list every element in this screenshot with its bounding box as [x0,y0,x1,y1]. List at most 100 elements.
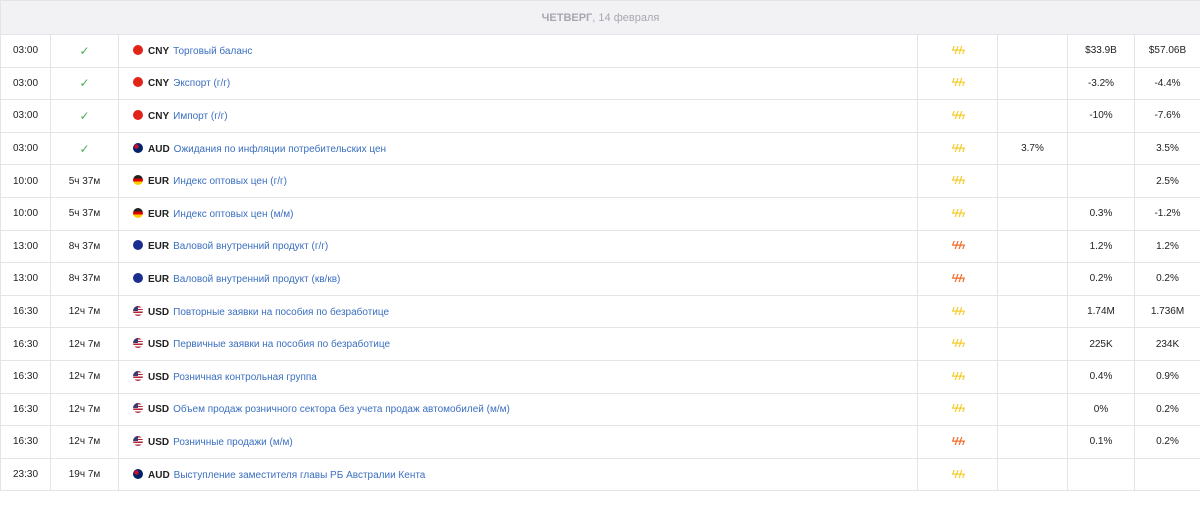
currency-code: EUR [148,176,170,188]
impact-cell: ϟϟϟ [917,34,998,68]
currency-code: CNY [148,45,170,57]
event-name-link[interactable]: Выступление заместителя главы РБ Австрал… [174,470,426,481]
event-status: ✓ [50,34,119,68]
event-time: 03:00 [0,99,51,133]
event-name-link[interactable]: Розничная контрольная группа [173,372,317,383]
event-row[interactable]: 10:00 5ч 37м EUR Индекс оптовых цен (г/г) ϟϟ… [0,164,1200,198]
event-name-link[interactable]: Валовой внутренний продукт (г/г) [173,241,328,252]
previous-value: 1.2% [1134,229,1200,264]
event-cell[interactable]: EUR Валовой внутренний продукт (кв/кв) [118,262,918,296]
event-name-link[interactable]: Торговый баланс [173,46,252,57]
event-cell[interactable]: EUR Индекс оптовых цен (г/г) [118,164,918,198]
currency-code: EUR [148,208,170,220]
actual-value [997,425,1068,459]
time-remaining: 8ч 37м [68,240,101,252]
lightning-medium-icon: ϟϟϟ [951,338,966,351]
event-row[interactable]: 23:30 19ч 7м AUD Выступление заместителя гл… [0,457,1200,492]
event-row[interactable]: 13:00 8ч 37м EUR Валовой внутренний продукт… [0,229,1200,264]
lightning-high-icon: ϟϟϟ [951,435,966,448]
event-row[interactable]: 16:30 12ч 7м USD Объем продаж розничного се… [0,392,1200,427]
event-row[interactable]: 16:30 12ч 7м USD Первичные заявки на пособи… [0,327,1200,361]
forecast-value: 225K [1067,327,1135,361]
actual-value [997,34,1068,68]
previous-value: -4.4% [1134,66,1200,101]
previous-value: 234K [1134,327,1200,361]
event-cell[interactable]: EUR Индекс оптовых цен (м/м) [118,196,918,231]
event-row[interactable]: 03:00 ✓ CNY Импорт (г/г) ϟϟϟ -10% -7.6% [0,99,1200,133]
event-name-link[interactable]: Индекс оптовых цен (г/г) [173,176,287,187]
checkmark-icon: ✓ [79,141,90,156]
event-name-link[interactable]: Индекс оптовых цен (м/м) [173,209,293,220]
event-cell[interactable]: USD Первичные заявки на пособия по безраб… [118,327,918,361]
usd-flag-icon [133,338,143,349]
event-name-link[interactable]: Экспорт (г/г) [173,78,230,89]
event-row[interactable]: 10:00 5ч 37м EUR Индекс оптовых цен (м/м) ϟϟ… [0,196,1200,231]
currency-code: AUD [148,469,170,481]
usd-flag-icon [133,403,143,414]
lightning-medium-icon: ϟϟϟ [951,305,966,318]
lightning-medium-icon: ϟϟϟ [951,403,966,416]
event-row[interactable]: 16:30 12ч 7м USD Повторные заявки на пособи… [0,294,1200,329]
event-time: 13:00 [0,229,51,264]
event-cell[interactable]: EUR Валовой внутренний продукт (г/г) [118,229,918,264]
currency-code: AUD [148,143,170,155]
cny-flag-icon [133,44,143,55]
event-cell[interactable]: CNY Импорт (г/г) [118,99,918,133]
actual-value [997,66,1068,101]
event-name-link[interactable]: Ожидания по инфляции потребительских цен [174,144,386,155]
previous-value: -1.2% [1134,196,1200,231]
event-status: ✓ [50,99,119,133]
previous-value: 0.2% [1134,392,1200,427]
event-cell[interactable]: USD Розничные продажи (м/м) [118,425,918,459]
event-time: 03:00 [0,131,51,166]
day-date: , 14 февраля [592,11,660,24]
event-row[interactable]: 13:00 8ч 37м EUR Валовой внутренний продукт… [0,262,1200,296]
event-name-link[interactable]: Валовой внутренний продукт (кв/кв) [173,274,340,285]
forecast-value: 0.4% [1067,359,1135,394]
time-remaining: 12ч 7м [68,338,101,350]
event-cell[interactable]: CNY Экспорт (г/г) [118,66,918,101]
impact-cell: ϟϟϟ [917,294,998,329]
currency-code: USD [148,371,170,383]
event-cell[interactable]: USD Розничная контрольная группа [118,359,918,394]
event-status: ✓ [50,66,119,101]
event-name-link[interactable]: Первичные заявки на пособия по безработи… [173,339,390,350]
event-status: 12ч 7м [50,392,119,427]
event-row[interactable]: 03:00 ✓ AUD Ожидания по инфляции потребител… [0,131,1200,166]
actual-value [997,392,1068,427]
currency-code: CNY [148,110,170,122]
event-name-link[interactable]: Импорт (г/г) [173,111,227,122]
event-cell[interactable]: CNY Торговый баланс [118,34,918,68]
forecast-value [1067,164,1135,198]
event-row[interactable]: 03:00 ✓ CNY Торговый баланс ϟϟϟ $33.9B $57.06B [0,34,1200,68]
lightning-medium-icon: ϟϟϟ [951,468,966,481]
forecast-value: $33.9B [1067,34,1135,68]
lightning-medium-icon: ϟϟϟ [951,77,966,90]
event-name-link[interactable]: Повторные заявки на пособия по безработи… [173,307,389,318]
actual-value [997,164,1068,198]
currency-code: EUR [148,241,170,253]
event-row[interactable]: 16:30 12ч 7м USD Розничная контрольная груп… [0,359,1200,394]
event-name-link[interactable]: Розничные продажи (м/м) [173,437,293,448]
impact-cell: ϟϟϟ [917,196,998,231]
event-status: 8ч 37м [50,229,119,264]
time-remaining: 5ч 37м [68,208,101,220]
event-cell[interactable]: USD Повторные заявки на пособия по безраб… [118,294,918,329]
forecast-value: 0% [1067,392,1135,427]
event-row[interactable]: 03:00 ✓ CNY Экспорт (г/г) ϟϟϟ -3.2% -4.4% [0,66,1200,101]
event-time: 03:00 [0,34,51,68]
event-cell[interactable]: AUD Ожидания по инфляции потребительских … [118,131,918,166]
event-status: 12ч 7м [50,294,119,329]
event-row[interactable]: 16:30 12ч 7м USD Розничные продажи (м/м) ϟϟϟ… [0,425,1200,459]
forecast-value: 1.2% [1067,229,1135,264]
event-cell[interactable]: USD Объем продаж розничного сектора без у… [118,392,918,427]
cny-flag-icon [133,109,143,120]
eur-flag-icon [133,175,143,186]
event-cell[interactable]: AUD Выступление заместителя главы РБ Авст… [118,457,918,492]
previous-value: 1.736M [1134,294,1200,329]
event-name-link[interactable]: Объем продаж розничного сектора без учет… [173,404,510,415]
actual-value [997,294,1068,329]
impact-cell: ϟϟϟ [917,164,998,198]
economic-calendar-table: ЧЕТВЕРГ, 14 февраля 03:00 ✓ CNY Торговый ба… [0,0,1200,492]
time-remaining: 12ч 7м [68,371,101,383]
